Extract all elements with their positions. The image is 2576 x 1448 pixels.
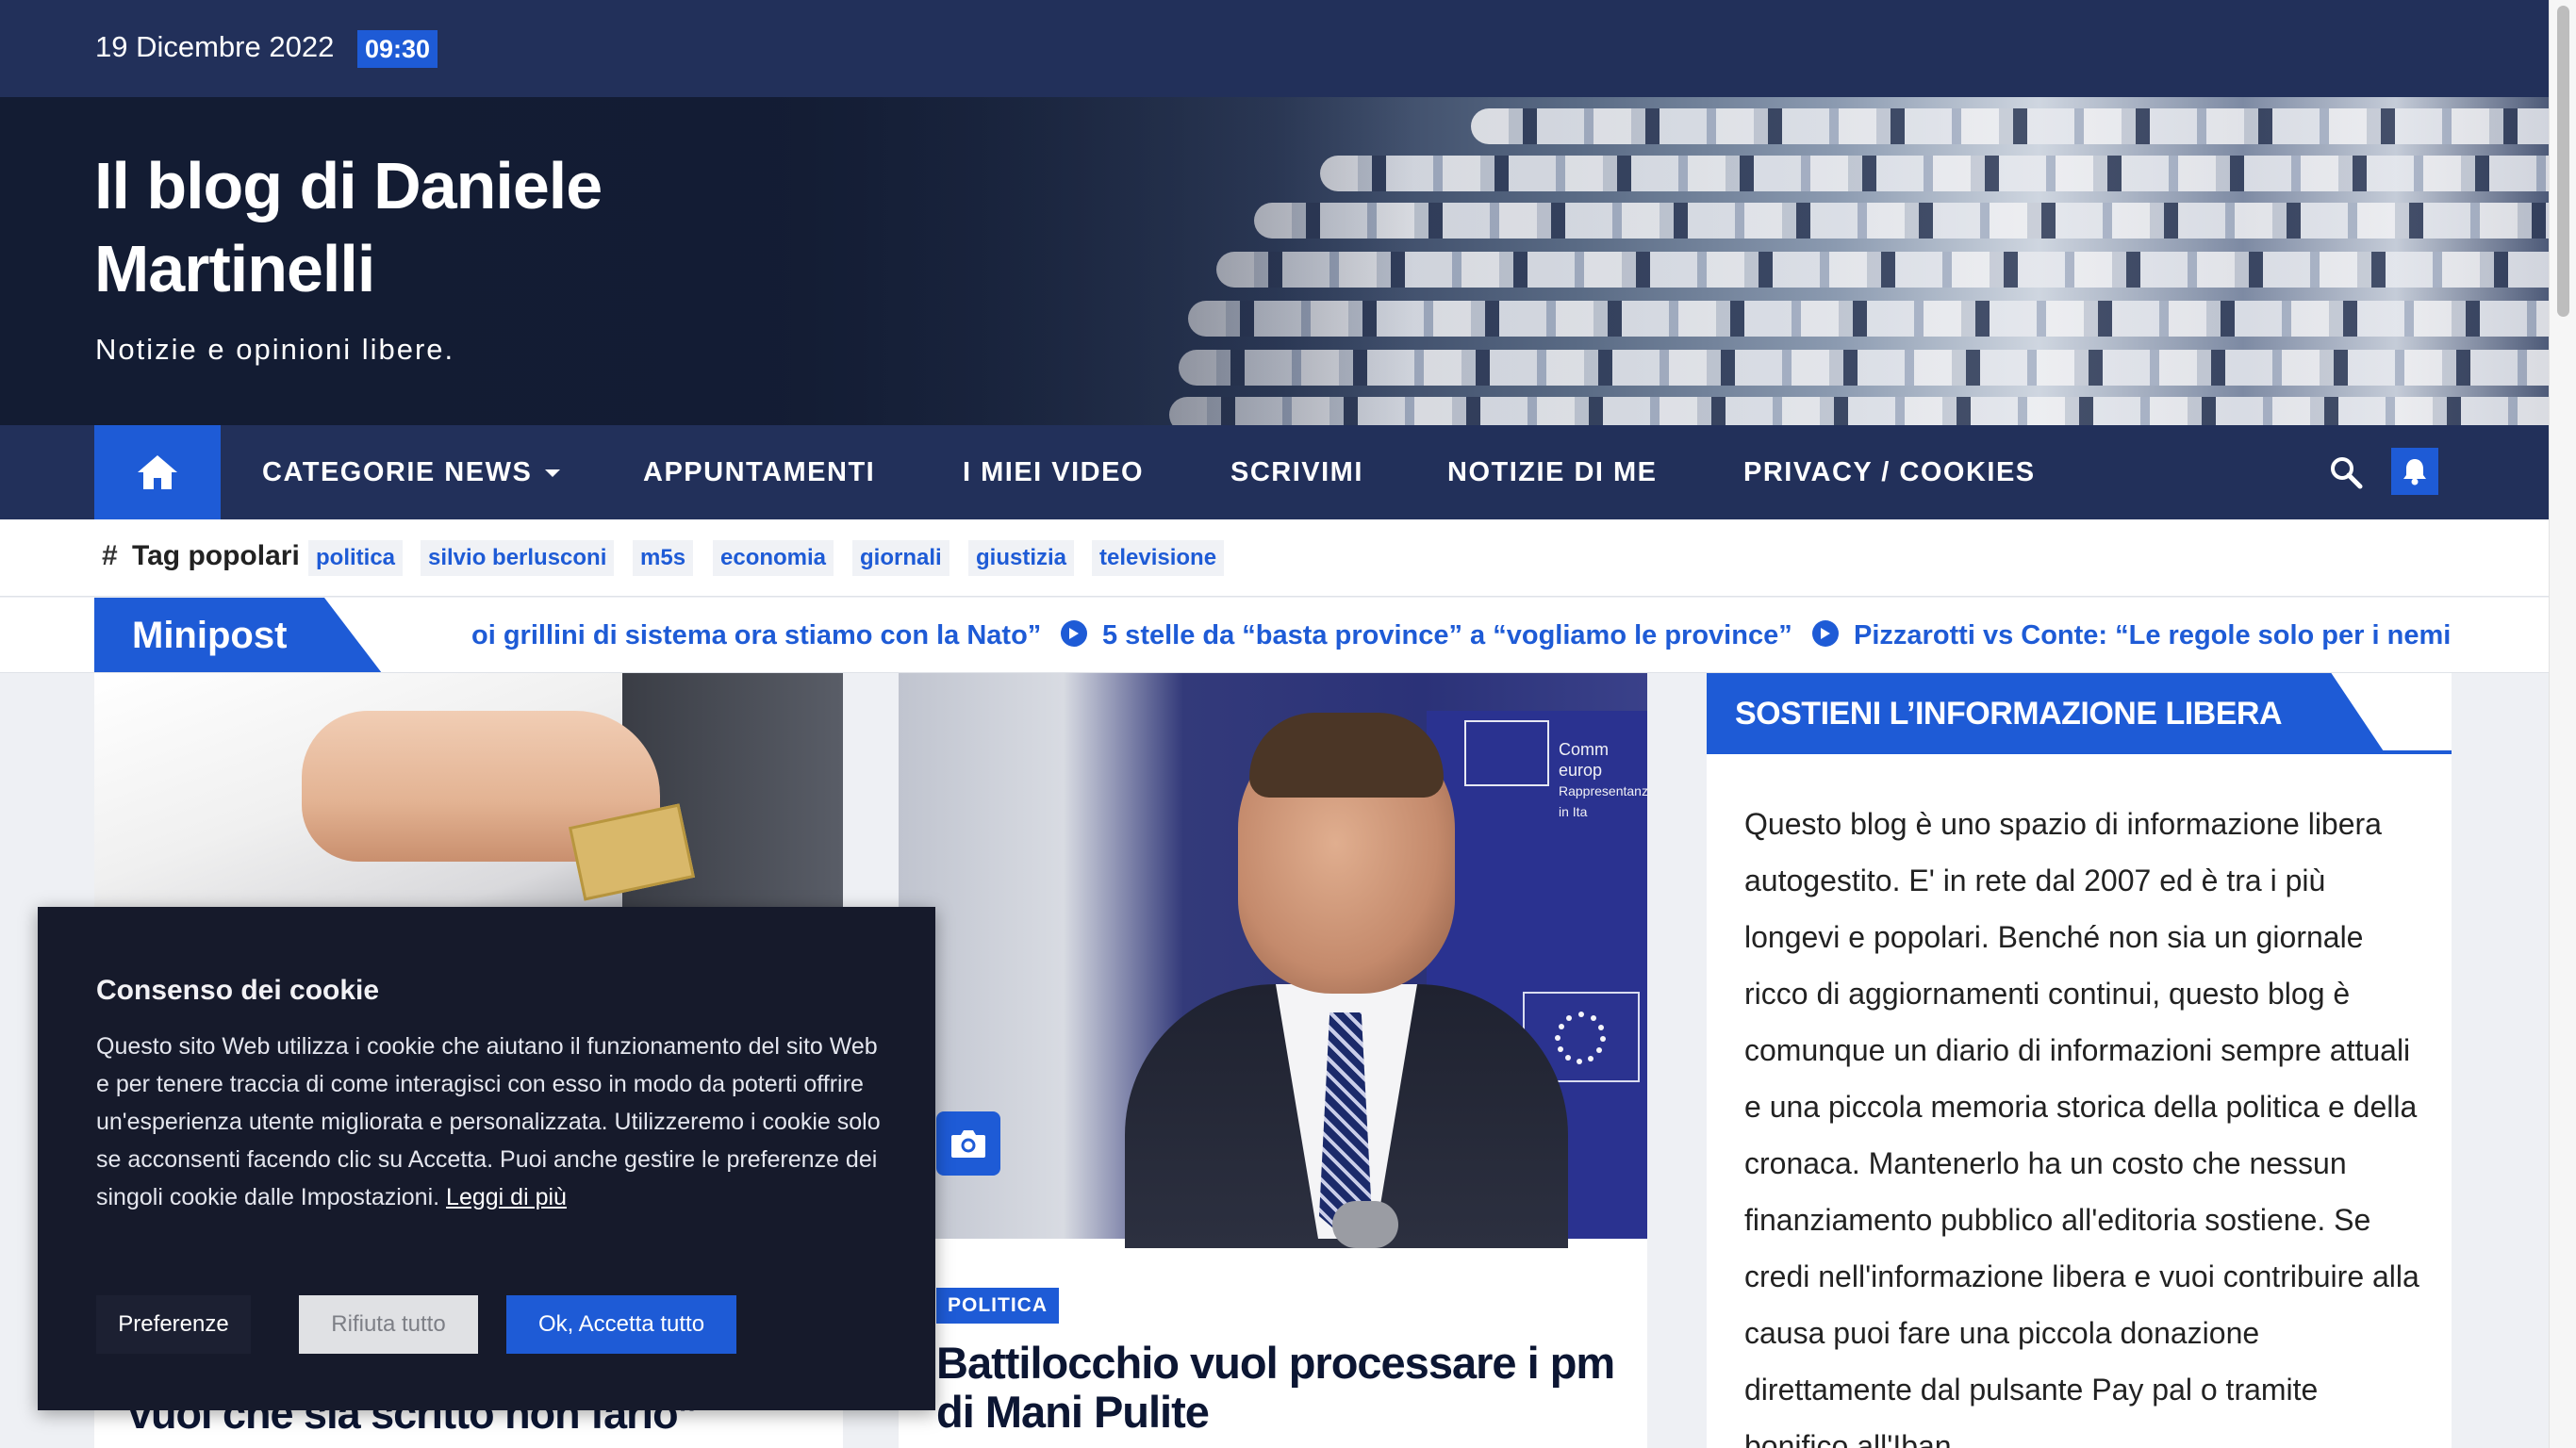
cookie-text: Questo sito Web utilizza i cookie che ai… <box>96 1033 881 1210</box>
popular-tags-bar: # Tag popolari politica silvio berluscon… <box>0 519 2549 597</box>
popular-tags-label: Tag popolari <box>132 540 300 571</box>
current-time: 09:30 <box>357 30 438 68</box>
widget-text: Questo blog è uno spazio di informazione… <box>1744 807 2419 1448</box>
ticker-item-text: Pizzarotti vs Conte: “Le regole solo per… <box>1854 620 2452 650</box>
preferences-button[interactable]: Preferenze <box>96 1295 251 1354</box>
post-image-portrait[interactable]: Comm europ Rappresentanza in Ita <box>899 673 1647 1248</box>
site-header: Il blog di Daniele Martinelli Notizie e … <box>0 97 2549 425</box>
page-scrollbar[interactable] <box>2549 0 2576 1448</box>
nav-i-miei-video[interactable]: I MIEI VIDEO <box>963 425 1144 519</box>
current-date: 19 Dicembre 2022 <box>95 30 335 63</box>
main-navigation: CATEGORIE NEWS APPUNTAMENTI I MIEI VIDEO… <box>0 425 2549 519</box>
accept-all-button[interactable]: Ok, Accetta tutto <box>506 1295 736 1354</box>
tag-link[interactable]: giustizia <box>968 540 1075 576</box>
notification-button[interactable] <box>2391 448 2438 495</box>
chevron-down-icon <box>545 469 561 478</box>
tag-link[interactable]: giornali <box>852 540 949 576</box>
nav-categorie-news[interactable]: CATEGORIE NEWS <box>262 425 561 519</box>
scrollbar-thumb[interactable] <box>2557 6 2569 317</box>
arrow-circle-icon <box>1812 620 1839 648</box>
ticker-item[interactable]: Pizzarotti vs Conte: “Le regole solo per… <box>1812 598 2452 672</box>
header-image <box>1471 108 2549 144</box>
cookie-title: Consenso dei cookie <box>96 975 380 1006</box>
tag-link[interactable]: politica <box>308 540 404 576</box>
nav-appuntamenti[interactable]: APPUNTAMENTI <box>643 425 875 519</box>
search-icon[interactable] <box>2329 455 2363 489</box>
ticker-item[interactable]: oi grillini di sistema ora stiamo con la… <box>471 598 1041 672</box>
post-image-handshake[interactable] <box>94 673 843 918</box>
tag-link[interactable]: silvio berlusconi <box>421 540 615 576</box>
tag-link[interactable]: economia <box>713 540 834 576</box>
post-title[interactable]: Battilocchio vuol processare i pm di Man… <box>936 1339 1625 1437</box>
arrow-circle-icon <box>1061 620 1087 648</box>
photo-caption: Comm europ Rappresentanza in Ita <box>1559 740 1647 819</box>
ticker-track: oi grillini di sistema ora stiamo con la… <box>471 598 2452 672</box>
hash-icon: # <box>102 540 118 571</box>
camera-icon[interactable] <box>936 1111 1000 1176</box>
widget-title-bar: SOSTIENI L’INFORMAZIONE LIBERA <box>1707 673 2452 754</box>
nav-item-label: CATEGORIE NEWS <box>262 457 533 487</box>
site-tagline: Notizie e opinioni libere. <box>95 333 455 366</box>
cookie-consent-banner: Consenso dei cookie Questo sito Web util… <box>38 907 935 1410</box>
bell-icon <box>2403 459 2426 485</box>
post-card[interactable]: Comm europ Rappresentanza in Ita POLITIC… <box>899 673 1647 1448</box>
nav-scrivimi[interactable]: SCRIVIMI <box>1230 425 1363 519</box>
sidebar-widget: SOSTIENI L’INFORMAZIONE LIBERA Questo bl… <box>1707 673 2452 1448</box>
minipost-label: Minipost <box>94 598 382 672</box>
top-bar: 19 Dicembre 2022 09:30 <box>0 0 2549 97</box>
nav-privacy-cookies[interactable]: PRIVACY / COOKIES <box>1743 425 2036 519</box>
tag-link[interactable]: m5s <box>633 540 694 576</box>
eu-logo-icon <box>1464 720 1549 786</box>
ticker-item[interactable]: 5 stelle da “basta province” a “vogliamo… <box>1061 598 1792 672</box>
ticker-item-text: 5 stelle da “basta province” a “vogliamo… <box>1102 620 1792 650</box>
reject-all-button[interactable]: Rifiuta tutto <box>299 1295 478 1354</box>
minipost-ticker: Minipost oi grillini di sistema ora stia… <box>0 598 2549 673</box>
site-title[interactable]: Il blog di Daniele Martinelli <box>94 144 754 310</box>
home-button[interactable] <box>94 425 221 519</box>
nav-notizie-di-me[interactable]: NOTIZIE DI ME <box>1447 425 1658 519</box>
widget-title: SOSTIENI L’INFORMAZIONE LIBERA <box>1707 673 2386 754</box>
read-more-link[interactable]: Leggi di più <box>446 1184 567 1210</box>
home-icon <box>138 455 177 489</box>
category-badge[interactable]: POLITICA <box>936 1288 1059 1324</box>
tag-link[interactable]: televisione <box>1092 540 1225 576</box>
